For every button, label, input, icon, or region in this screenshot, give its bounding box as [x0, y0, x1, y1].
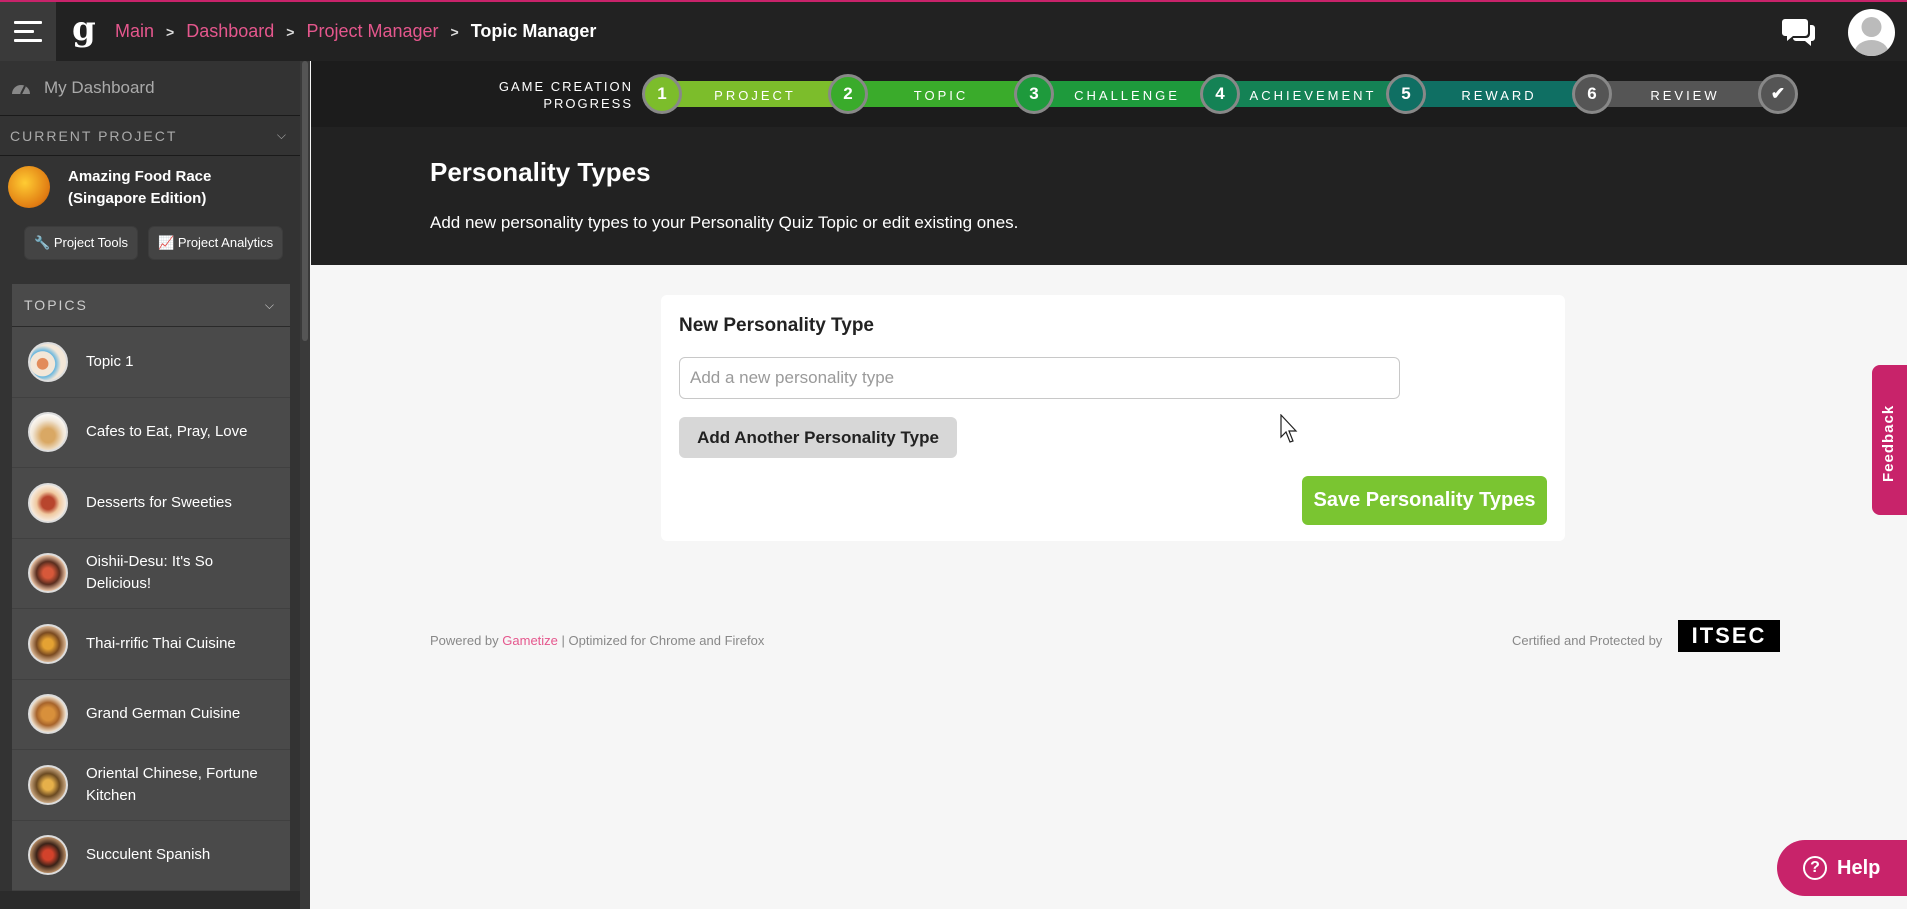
question-mark-icon: ? [1803, 856, 1827, 880]
topics-list: Topic 1 Cafes to Eat, Pray, Love Dessert… [12, 327, 290, 891]
topic-label: Cafes to Eat, Pray, Love [86, 423, 248, 441]
topic-thumbnail [28, 482, 68, 523]
personality-type-input[interactable] [679, 357, 1400, 399]
current-project-header[interactable]: CURRENT PROJECT ⌵ [0, 116, 300, 156]
line-chart-icon: 📈 [158, 235, 175, 250]
wrench-icon: 🔧 [34, 235, 51, 250]
mouse-cursor-icon [1280, 414, 1298, 443]
chat-icon[interactable] [1781, 16, 1817, 48]
topic-thumbnail [28, 341, 68, 382]
topics-header[interactable]: TOPICS ⌵ [12, 284, 290, 327]
chevron-down-icon: ⌵ [276, 128, 288, 142]
progress-step-label[interactable]: PROJECT [682, 88, 828, 103]
chevron-right-icon: > [286, 23, 295, 40]
gametize-logo[interactable]: g [72, 12, 96, 46]
topic-label: Oriental Chinese, Fortune Kitchen [86, 764, 258, 804]
project-analytics-label: Project Analytics [177, 235, 274, 250]
topic-item[interactable]: Thai-rrific Thai Cuisine [12, 609, 290, 680]
topic-thumbnail [28, 412, 68, 453]
topic-thumbnail [28, 835, 68, 876]
breadcrumb-main[interactable]: Main [115, 21, 154, 42]
page-title: Personality Types [430, 157, 651, 187]
topic-thumbnail [28, 764, 68, 805]
progress-step-number[interactable]: 6 [1572, 74, 1612, 114]
breadcrumb-project-manager[interactable]: Project Manager [306, 21, 438, 42]
user-avatar[interactable] [1848, 9, 1895, 56]
topic-item[interactable]: Oriental Chinese, Fortune Kitchen [12, 750, 290, 821]
gametize-link[interactable]: Gametize [502, 633, 558, 648]
project-tools-label: Project Tools [53, 235, 128, 250]
topic-thumbnail [28, 623, 68, 664]
project-analytics-button[interactable]: 📈 Project Analytics [148, 226, 284, 260]
page-description: Add new personality types to your Person… [430, 213, 1019, 232]
topic-item[interactable]: Oishii-Desu: It's So Delicious! [12, 539, 290, 609]
itsec-logo[interactable]: ITSEC [1678, 620, 1780, 652]
project-tools-button[interactable]: 🔧 Project Tools [24, 226, 138, 260]
progress-step-label[interactable]: CHALLENGE [1054, 88, 1200, 103]
topic-item[interactable]: Desserts for Sweeties [12, 468, 290, 539]
chevron-right-icon: > [166, 23, 175, 40]
breadcrumb-current: Topic Manager [470, 21, 597, 41]
game-creation-progress: GAME CREATION PROGRESS PROJECT TOPIC CHALL… [311, 61, 1907, 127]
topic-label: Succulent Spanish [86, 846, 211, 864]
sidebar-item-my-dashboard[interactable]: My Dashboard [0, 61, 300, 116]
topic-item[interactable]: Succulent Spanish [12, 821, 290, 891]
powered-by-text: Powered by [430, 633, 499, 648]
topic-label: Topic 1 [86, 352, 134, 370]
topic-label: Desserts for Sweeties [86, 493, 232, 511]
checkmark-icon[interactable]: ✔ [1758, 74, 1798, 114]
project-name[interactable]: Amazing Food Race (Singapore Edition) [68, 166, 290, 210]
top-bar: g Main > Dashboard > Project Manager > T… [0, 0, 1907, 61]
page-header: Personality Types Add new personality ty… [311, 127, 1907, 265]
progress-title: GAME CREATION PROGRESS [498, 79, 633, 111]
personality-type-form: New Personality Type Add Another Persona… [661, 295, 1565, 541]
progress-step-label[interactable]: TOPIC [868, 88, 1014, 103]
topic-label: Oishii-Desu: It's So Delicious! [86, 553, 214, 593]
feedback-tab[interactable]: Feedback [1872, 365, 1907, 515]
breadcrumb: Main > Dashboard > Project Manager > Top… [115, 21, 596, 42]
progress-step-label[interactable]: REWARD [1426, 88, 1572, 103]
add-another-personality-type-button[interactable]: Add Another Personality Type [679, 417, 957, 458]
current-project-card: Amazing Food Race (Singapore Edition) 🔧 … [0, 156, 300, 276]
scrollbar-thumb[interactable] [302, 61, 308, 341]
progress-step-number[interactable]: 1 [642, 74, 682, 114]
optimized-text: | Optimized for Chrome and Firefox [561, 633, 765, 648]
sidebar-scrollbar[interactable] [300, 61, 310, 909]
topic-thumbnail [28, 694, 68, 735]
progress-step-label[interactable]: ACHIEVEMENT [1240, 88, 1386, 103]
topic-item[interactable]: Grand German Cuisine [12, 680, 290, 750]
sidebar: My Dashboard CURRENT PROJECT ⌵ Amazing F… [0, 61, 310, 909]
progress-step-label[interactable]: REVIEW [1612, 88, 1758, 103]
form-title: New Personality Type [679, 315, 874, 336]
hamburger-menu-icon[interactable] [0, 2, 56, 61]
chevron-right-icon: > [450, 23, 459, 40]
progress-step-number[interactable]: 4 [1200, 74, 1240, 114]
topic-label: Grand German Cuisine [86, 705, 241, 723]
sidebar-item-label: My Dashboard [44, 78, 155, 97]
topic-thumbnail [28, 553, 68, 594]
help-button[interactable]: ? Help [1777, 840, 1907, 896]
breadcrumb-dashboard[interactable]: Dashboard [186, 21, 274, 42]
topic-item[interactable]: Cafes to Eat, Pray, Love [12, 398, 290, 468]
topic-label: Thai-rrific Thai Cuisine [86, 634, 236, 652]
save-personality-types-button[interactable]: Save Personality Types [1302, 476, 1547, 525]
topics-label: TOPICS [24, 297, 88, 313]
feedback-label: Feedback [1880, 404, 1897, 482]
current-project-label: CURRENT PROJECT [10, 127, 178, 144]
topic-item[interactable]: Topic 1 [12, 327, 290, 398]
chevron-down-icon: ⌵ [264, 297, 276, 312]
topics-section: TOPICS ⌵ Topic 1 Cafes to Eat, Pray, Lov… [0, 276, 300, 891]
help-label: Help [1837, 856, 1881, 879]
progress-step-number[interactable]: 2 [828, 74, 868, 114]
certified-text: Certified and Protected by [1512, 633, 1663, 648]
progress-step-number[interactable]: 3 [1014, 74, 1054, 114]
project-thumbnail[interactable] [8, 166, 50, 208]
footer-powered-by: Powered by Gametize | Optimized for Chro… [430, 633, 764, 648]
progress-step-number[interactable]: 5 [1386, 74, 1426, 114]
dashboard-gauge-icon [12, 85, 30, 95]
